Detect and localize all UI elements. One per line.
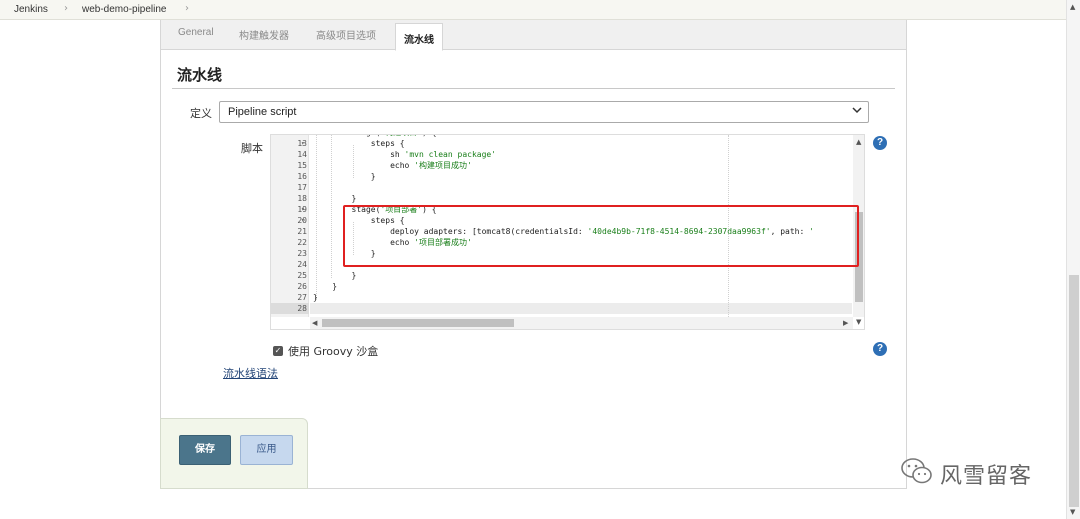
line-number: 28 bbox=[297, 304, 307, 313]
tab-build-triggers[interactable]: 构建触发器 bbox=[239, 27, 289, 42]
groovy-sandbox-checkbox[interactable]: ✓ bbox=[273, 346, 283, 356]
watermark: 风雪留客 bbox=[900, 454, 1060, 490]
code-line: } bbox=[313, 271, 357, 280]
wechat-icon bbox=[900, 456, 934, 490]
breadcrumb-jenkins[interactable]: Jenkins bbox=[14, 4, 48, 15]
code-line: sh 'mvn clean package' bbox=[313, 150, 497, 159]
line-number: 23 bbox=[297, 249, 307, 258]
code-line: } bbox=[313, 172, 376, 181]
scroll-down-arrow-icon[interactable]: ▼ bbox=[1070, 508, 1075, 516]
definition-label: 定义 bbox=[190, 107, 212, 120]
line-number: 25 bbox=[297, 271, 307, 280]
line-number: 17 bbox=[297, 183, 307, 192]
line-number: 14 bbox=[297, 150, 307, 159]
breadcrumb-separator[interactable]: › bbox=[185, 3, 189, 14]
apply-button[interactable]: 应用 bbox=[240, 435, 293, 465]
line-number: 18 bbox=[297, 194, 307, 203]
scroll-down-arrow-icon[interactable]: ▼ bbox=[856, 318, 861, 326]
tab-pipeline[interactable]: 流水线 bbox=[395, 23, 443, 51]
chevron-down-icon bbox=[852, 105, 862, 118]
tab-advanced-options[interactable]: 高级项目选项 bbox=[316, 27, 376, 42]
highlight-annotation-box bbox=[343, 205, 859, 267]
line-number: 24 bbox=[297, 260, 307, 269]
code-line: } bbox=[313, 194, 357, 203]
scroll-left-arrow-icon[interactable]: ◀ bbox=[312, 319, 317, 327]
editor-horizontal-scrollbar[interactable]: ◀ ▶ bbox=[310, 317, 853, 329]
fold-toggle-icon[interactable]: ▾ bbox=[301, 215, 309, 226]
editor-active-line bbox=[310, 303, 852, 314]
breadcrumb: Jenkins › web-demo-pipeline › bbox=[0, 0, 1080, 20]
line-number: 22 bbox=[297, 238, 307, 247]
page-scroll-thumb[interactable] bbox=[1069, 275, 1079, 507]
line-number: 27 bbox=[297, 293, 307, 302]
pipeline-syntax-link[interactable]: 流水线语法 bbox=[223, 365, 278, 381]
config-tabbar: General 构建触发器 高级项目选项 流水线 bbox=[161, 20, 906, 51]
breadcrumb-separator: › bbox=[64, 3, 68, 14]
code-line: echo '构建项目成功' bbox=[313, 161, 472, 170]
code-line: } bbox=[313, 282, 338, 291]
editor-horizontal-scroll-thumb[interactable] bbox=[322, 319, 514, 327]
breadcrumb-project[interactable]: web-demo-pipeline bbox=[82, 4, 167, 15]
watermark-text: 风雪留客 bbox=[940, 464, 1033, 489]
page-vertical-scrollbar[interactable]: ▲ ▼ bbox=[1066, 0, 1080, 519]
groovy-sandbox-label: 使用 Groovy 沙盒 bbox=[288, 345, 379, 358]
fold-toggle-icon[interactable]: ▾ bbox=[301, 138, 309, 149]
help-icon[interactable]: ? bbox=[873, 136, 887, 150]
section-title: 流水线 bbox=[177, 66, 223, 84]
fold-toggle-icon[interactable]: ▾ bbox=[301, 204, 309, 215]
tab-general[interactable]: General bbox=[178, 27, 214, 38]
line-number: 26 bbox=[297, 282, 307, 291]
scroll-right-arrow-icon[interactable]: ▶ bbox=[843, 319, 848, 327]
scroll-up-arrow-icon[interactable]: ▲ bbox=[856, 138, 861, 146]
scroll-up-arrow-icon[interactable]: ▲ bbox=[1070, 3, 1075, 11]
line-number: 15 bbox=[297, 161, 307, 170]
line-number: 16 bbox=[297, 172, 307, 181]
line-number: 21 bbox=[297, 227, 307, 236]
code-line: steps { bbox=[313, 139, 405, 148]
script-label: 脚本 bbox=[241, 142, 263, 155]
section-divider bbox=[172, 88, 895, 89]
definition-select[interactable]: Pipeline script bbox=[219, 101, 869, 123]
save-button[interactable]: 保存 bbox=[179, 435, 231, 465]
code-line: } bbox=[313, 293, 318, 302]
help-icon[interactable]: ? bbox=[873, 342, 887, 356]
definition-select-value: Pipeline script bbox=[228, 106, 297, 118]
